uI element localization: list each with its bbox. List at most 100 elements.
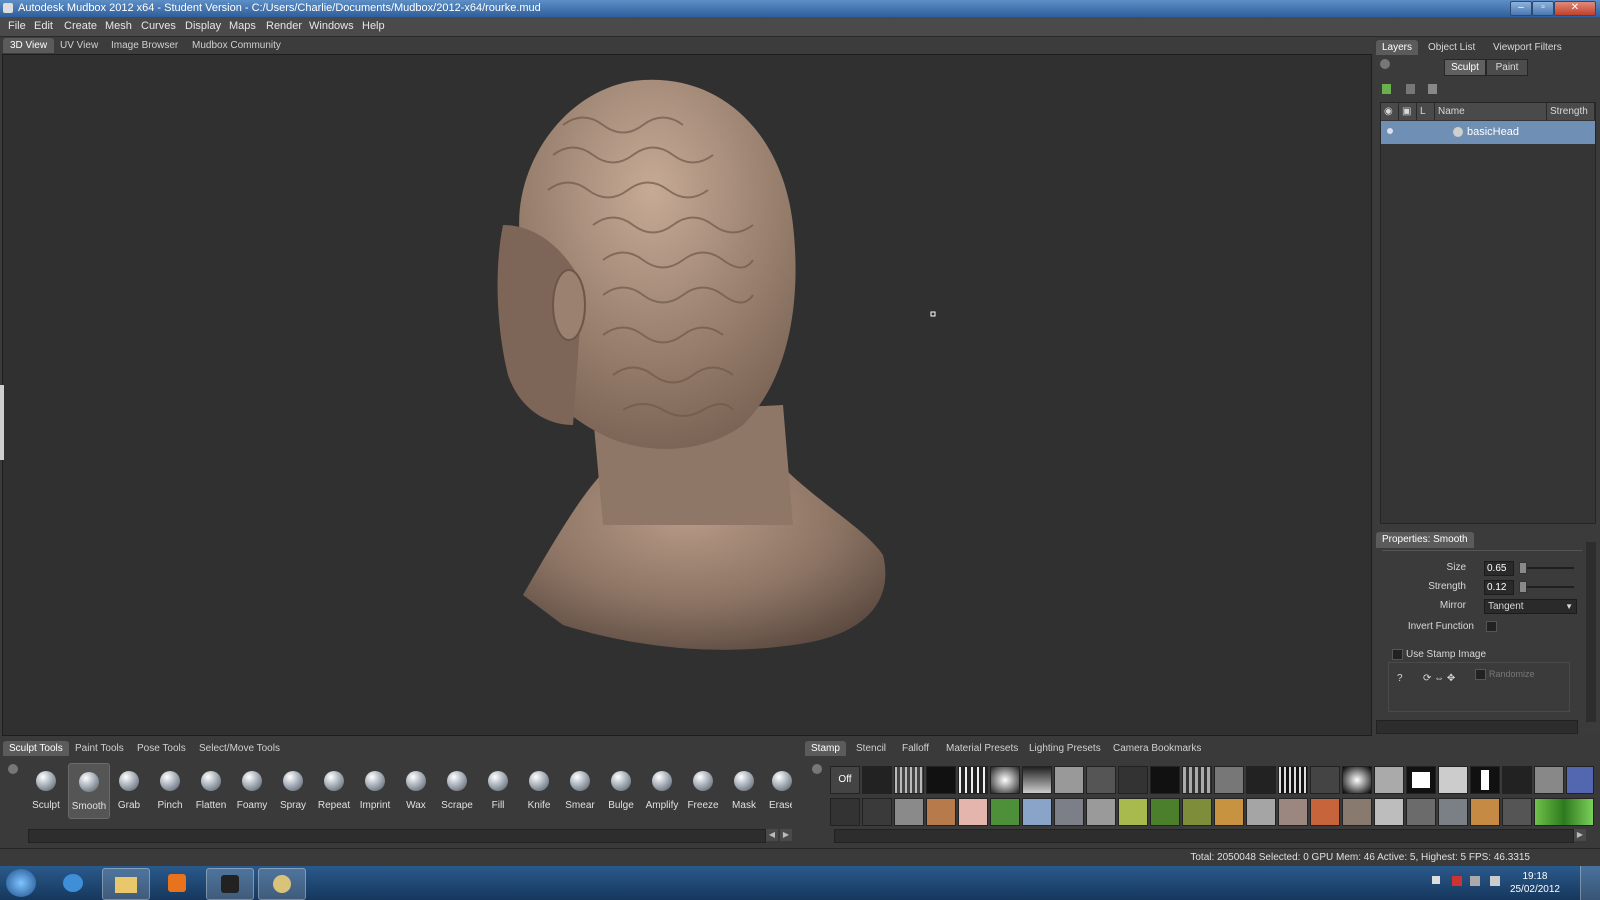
flag-icon[interactable] [1452,876,1462,886]
tool-knife[interactable]: Knife [519,763,559,817]
tab-stamp[interactable]: Stamp [805,741,846,756]
stamp-tile[interactable] [1182,798,1212,826]
visibility-column-icon[interactable]: ◉ [1381,103,1399,120]
tool-flatten[interactable]: Flatten [191,763,231,817]
size-slider[interactable] [1519,567,1574,569]
tab-image-browser[interactable]: Image Browser [104,38,185,53]
stamp-tile[interactable] [1438,798,1468,826]
stamp-tile[interactable] [1086,766,1116,794]
stamp-tile[interactable] [862,766,892,794]
stamp-tile[interactable] [1406,766,1436,794]
tab-object-list[interactable]: Object List [1422,40,1481,55]
tab-select-move-tools[interactable]: Select/Move Tools [193,741,286,756]
visibility-dot-icon[interactable] [1387,128,1393,134]
stamp-tile[interactable] [1118,766,1148,794]
tray-close-icon[interactable] [8,764,18,774]
stamp-tile[interactable] [1118,798,1148,826]
randomize-checkbox[interactable] [1475,669,1486,680]
maximize-button[interactable]: ▫ [1532,1,1554,16]
media-player-taskbar-icon[interactable] [154,868,200,898]
tool-wax[interactable]: Wax [396,763,436,817]
stamp-tile[interactable] [1182,766,1212,794]
delete-layer-icon[interactable] [1406,84,1415,94]
tab-mudbox-community[interactable]: Mudbox Community [185,38,288,53]
stamp-tile[interactable] [1534,798,1594,826]
stamp-tile[interactable] [1342,766,1372,794]
size-slider-handle[interactable] [1519,562,1527,574]
tab-stencil[interactable]: Stencil [850,741,892,756]
explorer-taskbar-icon[interactable] [102,868,150,900]
scroll-left-arrow-icon[interactable]: ◀ [766,829,778,841]
stamp-tile[interactable] [990,766,1020,794]
size-field[interactable]: 0.65 [1484,561,1514,576]
stamp-tray-close-icon[interactable] [812,764,822,774]
stamp-tile[interactable] [926,766,956,794]
clock[interactable]: 19:18 25/02/2012 [1510,870,1560,896]
stamp-tile[interactable] [1438,766,1468,794]
tool-sculpt[interactable]: Sculpt [26,763,66,817]
browser-taskbar-icon[interactable] [50,868,96,898]
stamp-tile[interactable] [1246,798,1276,826]
stamp-tile[interactable] [1214,766,1244,794]
lock-column-header[interactable]: L [1417,103,1435,120]
minimize-button[interactable]: – [1510,1,1532,16]
name-column-header[interactable]: Name [1435,103,1547,120]
3d-viewport[interactable] [2,54,1372,736]
layer-options-icon[interactable] [1428,84,1437,94]
stamp-tile[interactable] [1534,766,1564,794]
tool-pinch[interactable]: Pinch [150,763,190,817]
tab-paint-tools[interactable]: Paint Tools [69,741,130,756]
tab-falloff[interactable]: Falloff [896,741,935,756]
paint-layer-button[interactable]: Paint [1486,59,1528,76]
stamp-tile[interactable] [926,798,956,826]
stamp-tile[interactable] [1470,766,1500,794]
stamp-tile[interactable] [894,798,924,826]
invert-function-checkbox[interactable] [1486,621,1497,632]
tool-foamy[interactable]: Foamy [232,763,272,817]
stamp-tile[interactable] [1086,798,1116,826]
stamp-tile[interactable] [990,798,1020,826]
menu-create[interactable]: Create [64,20,97,32]
menu-mesh[interactable]: Mesh [105,20,132,32]
stamp-tile[interactable] [1054,798,1084,826]
stamp-tile[interactable] [1150,798,1180,826]
new-layer-icon[interactable] [1382,84,1391,94]
stamps-scrollbar[interactable] [834,829,1574,843]
stamp-tile[interactable] [1278,766,1308,794]
stamp-tile[interactable] [1214,798,1244,826]
tab-camera-bookmarks[interactable]: Camera Bookmarks [1107,741,1207,756]
strength-column-header[interactable]: Strength [1547,103,1595,120]
stamp-tile[interactable] [1470,798,1500,826]
menu-edit[interactable]: Edit [34,20,53,32]
use-stamp-image-checkbox[interactable] [1392,649,1403,660]
stamp-tile[interactable] [1022,766,1052,794]
stamp-tile[interactable] [862,798,892,826]
stamp-tile[interactable] [1374,798,1404,826]
stamp-tile[interactable] [958,766,988,794]
stamp-tile[interactable] [1246,766,1276,794]
mirror-select[interactable]: Tangent ▼ [1484,599,1577,614]
tab-pose-tools[interactable]: Pose Tools [131,741,192,756]
tool-smear[interactable]: Smear [560,763,600,817]
network-icon[interactable] [1470,876,1480,886]
scroll-right-arrow-icon[interactable]: ▶ [1574,829,1586,841]
layer-row[interactable]: basicHead [1381,121,1595,144]
stamp-tile[interactable] [1374,766,1404,794]
menu-windows[interactable]: Windows [309,20,354,32]
tab-sculpt-tools[interactable]: Sculpt Tools [3,741,69,756]
tool-grab[interactable]: Grab [109,763,149,817]
rotate-icon[interactable]: ⟳ ⇔ ✥ [1423,673,1455,684]
help-icon[interactable]: ? [1397,673,1403,684]
stamp-tile[interactable] [1502,766,1532,794]
menu-help[interactable]: Help [362,20,385,32]
tray-arrow-icon[interactable] [1432,876,1440,884]
stamp-tile[interactable] [1342,798,1372,826]
tab-material-presets[interactable]: Material Presets [940,741,1024,756]
tab-uv-view[interactable]: UV View [53,38,105,53]
stamp-tile[interactable] [1022,798,1052,826]
stamp-tile[interactable] [830,798,860,826]
tool-erase[interactable]: Erase [762,763,792,817]
stamp-tile[interactable] [1406,798,1436,826]
left-panel-handle[interactable] [0,385,4,460]
tool-scrape[interactable]: Scrape [437,763,477,817]
